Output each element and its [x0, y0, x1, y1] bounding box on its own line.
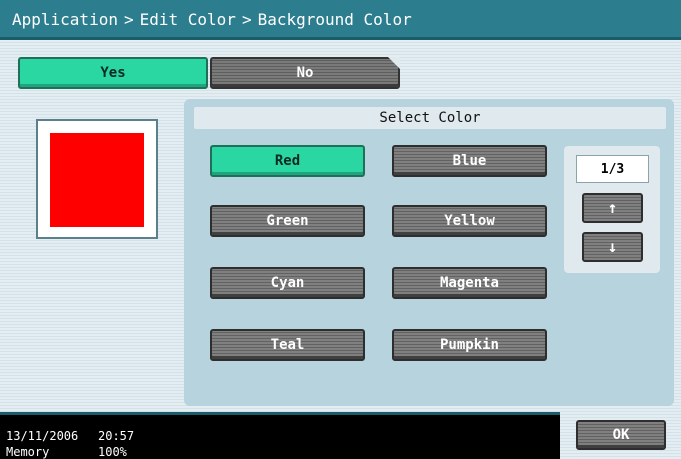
screen-background: Application > Edit Color > Background Color … [0, 0, 681, 459]
page-navigator: 1/3 ↑ ↓ [564, 146, 660, 273]
status-date: 13/11/2006 [6, 429, 79, 443]
ok-button[interactable]: OK [576, 420, 666, 450]
memory-label: Memory [6, 445, 50, 459]
color-option-pumpkin[interactable]: Pumpkin [392, 329, 547, 361]
breadcrumb-separator: > [123, 10, 134, 29]
page-up-button[interactable]: ↑ [582, 193, 643, 223]
color-option-blue[interactable]: Blue [392, 145, 547, 177]
color-preview [36, 119, 158, 239]
color-preview-swatch [50, 133, 144, 227]
color-option-green[interactable]: Green [210, 205, 365, 237]
select-color-title: Select Color [194, 107, 666, 129]
breadcrumb-background-color: Background Color [257, 10, 412, 29]
status-memory: Memory 100% [6, 445, 127, 459]
breadcrumb-separator: > [241, 10, 252, 29]
no-button[interactable]: No [210, 57, 400, 89]
arrow-down-icon: ↓ [607, 237, 618, 256]
color-option-yellow[interactable]: Yellow [392, 205, 547, 237]
yes-button[interactable]: Yes [18, 57, 208, 89]
color-option-teal[interactable]: Teal [210, 329, 365, 361]
color-option-cyan[interactable]: Cyan [210, 267, 365, 299]
status-datetime: 13/11/2006 20:57 [6, 429, 134, 443]
breadcrumb: Application > Edit Color > Background Color [0, 0, 681, 40]
color-option-magenta[interactable]: Magenta [392, 267, 547, 299]
breadcrumb-application: Application [12, 10, 118, 29]
page-down-button[interactable]: ↓ [582, 232, 643, 262]
color-option-red[interactable]: Red [210, 145, 365, 177]
status-bar: 13/11/2006 20:57 Memory 100% [0, 412, 560, 459]
breadcrumb-edit-color: Edit Color [139, 10, 236, 29]
status-time: 20:57 [98, 429, 135, 443]
page-indicator: 1/3 [576, 155, 649, 183]
memory-value: 100% [98, 445, 127, 459]
arrow-up-icon: ↑ [607, 198, 618, 217]
